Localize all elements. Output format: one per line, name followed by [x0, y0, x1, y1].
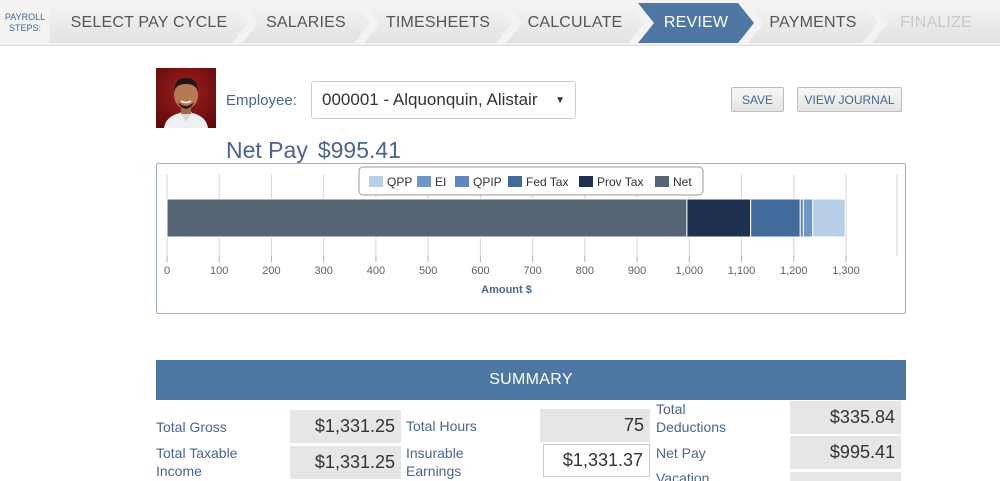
- x-tick-label: 200: [262, 265, 280, 277]
- total-taxable-value: $1,331.25: [290, 446, 401, 479]
- employee-label: Employee:: [226, 92, 297, 109]
- legend-item: Net: [673, 175, 692, 189]
- x-tick-label: 800: [576, 265, 594, 277]
- total-hours-label: Total Hours: [406, 418, 477, 434]
- legend-swatch: [508, 176, 522, 187]
- employee-select[interactable]: 000001 - Alquonquin, Alistair ▼: [311, 81, 576, 119]
- legend-swatch: [579, 176, 593, 187]
- x-tick-label: 500: [419, 265, 437, 277]
- total-taxable-label: Total Taxable Income: [156, 445, 238, 479]
- payroll-steps-bar: PAYROLL STEPS: SELECT PAY CYCLE SALARIES…: [0, 0, 1000, 46]
- x-tick-label: 1,300: [832, 265, 860, 277]
- legend-item: EI: [435, 175, 446, 189]
- vacation-value: [790, 472, 901, 481]
- pay-breakdown-chart: 0 100 200 300 400 500 600 700 800 900 1,000 1,100 1,…: [156, 163, 906, 314]
- step-calculate[interactable]: CALCULATE: [506, 3, 644, 43]
- net-pay-heading-label: Net Pay: [226, 137, 308, 163]
- step-salaries[interactable]: SALARIES: [242, 3, 370, 43]
- summary-header: SUMMARY: [156, 360, 906, 400]
- step-timesheets[interactable]: TIMESHEETS: [364, 3, 512, 43]
- bar-segment-ei: [802, 198, 814, 238]
- bar-segment-net: [166, 198, 688, 238]
- step-payments[interactable]: PAYMENTS: [748, 3, 878, 43]
- total-gross-value: $1,331.25: [290, 410, 401, 443]
- net-pay-heading-amount: $995.41: [317, 137, 401, 163]
- legend-item: Prov Tax: [597, 175, 643, 189]
- chevron-down-icon: ▼: [555, 94, 565, 106]
- legend-swatch: [655, 176, 669, 187]
- save-button[interactable]: SAVE: [731, 87, 784, 112]
- view-journal-button[interactable]: VIEW JOURNAL: [797, 87, 902, 112]
- employee-select-value: 000001 - Alquonquin, Alistair: [322, 90, 538, 109]
- x-tick-label: 400: [367, 265, 385, 277]
- x-tick-label: 300: [315, 265, 333, 277]
- payroll-steps-label: PAYROLL STEPS:: [4, 12, 46, 33]
- x-tick-label: 700: [523, 265, 541, 277]
- x-tick-label: 0: [164, 265, 170, 277]
- pay-breakdown-chart-svg: 0 100 200 300 400 500 600 700 800 900 1,000 1,100 1,…: [164, 166, 898, 296]
- x-tick-label: 1,200: [780, 265, 808, 277]
- legend-swatch: [455, 176, 469, 187]
- legend-swatch: [417, 176, 431, 187]
- total-hours-value: 75: [540, 409, 650, 442]
- x-tick-label: 900: [628, 265, 646, 277]
- step-select-pay-cycle[interactable]: SELECT PAY CYCLE: [50, 3, 248, 43]
- x-tick-label: 600: [471, 265, 489, 277]
- legend-swatch: [369, 176, 383, 187]
- insurable-earnings-input[interactable]: $1,331.37: [543, 444, 650, 477]
- net-pay-heading: Net Pay $995.41: [226, 137, 401, 164]
- legend-item: QPIP: [473, 175, 502, 189]
- total-gross-label: Total Gross: [156, 419, 227, 435]
- step-review[interactable]: REVIEW: [638, 3, 754, 43]
- step-finalize: FINALIZE: [872, 3, 1000, 43]
- employee-photo: [156, 68, 216, 128]
- x-axis-title: Amount $: [481, 284, 532, 296]
- bar-segment-qpp: [812, 198, 846, 238]
- total-deductions-label: Total Deductions: [656, 401, 727, 435]
- legend-item: Fed Tax: [526, 175, 568, 189]
- net-pay-label: Net Pay: [656, 445, 706, 461]
- employee-avatar: [156, 68, 216, 128]
- bar-segment-prov-tax: [686, 198, 752, 238]
- insurable-earnings-label: Insurable Earnings: [406, 445, 464, 479]
- total-deductions-value: $335.84: [790, 401, 901, 434]
- net-pay-value: $995.41: [790, 436, 901, 469]
- x-tick-label: 1,000: [676, 265, 704, 277]
- legend-item: QPP: [387, 175, 412, 189]
- x-tick-label: 1,100: [728, 265, 756, 277]
- bar-segment-fed-tax: [750, 198, 801, 238]
- vacation-label: Vacation: [656, 470, 710, 481]
- x-tick-label: 100: [210, 265, 228, 277]
